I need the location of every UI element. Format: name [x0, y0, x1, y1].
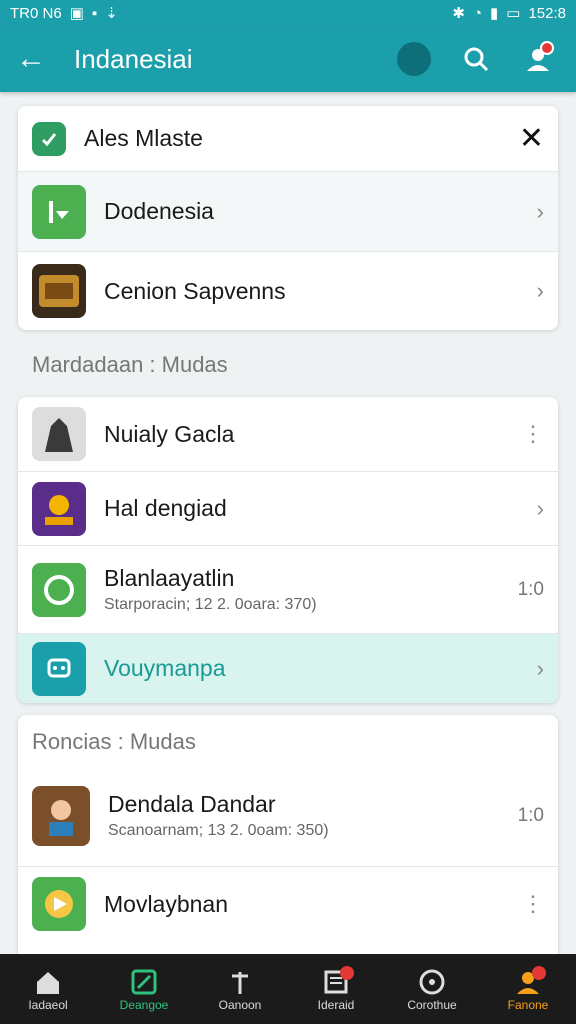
status-bar: TR0 N6 ▣ ▪ ⇣ ✱ ◔ ▮ ▭ 152:8: [0, 0, 576, 26]
tool-icon: [226, 966, 254, 998]
back-arrow-icon[interactable]: ←: [16, 42, 60, 76]
list-item-label: Blanlaayatlin: [104, 565, 235, 591]
more-icon[interactable]: ⋮: [522, 421, 544, 447]
close-icon[interactable]: ✕: [519, 121, 544, 156]
circle-icon: [418, 966, 446, 998]
notification-icon: ▪: [91, 4, 98, 22]
game-icon: [32, 264, 86, 318]
bluetooth-icon: ✱: [452, 5, 465, 22]
game-icon: [32, 481, 86, 536]
image-icon: ▣: [69, 5, 84, 22]
play-icon: [32, 877, 86, 931]
chat-icon: [32, 562, 86, 617]
section-title: Roncias : Mudas: [32, 729, 196, 754]
tab-label: Iadaeol: [28, 998, 68, 1012]
tab-profile[interactable]: Fanone: [480, 966, 576, 1012]
home-icon: [34, 966, 62, 998]
compass-icon: [397, 42, 431, 76]
tab-home[interactable]: Iadaeol: [0, 966, 96, 1012]
top-card-title: Ales Mlaste: [84, 125, 203, 151]
list-item[interactable]: Blanlaayatlin Starporacin; 12 2. 0oara: …: [18, 546, 558, 634]
profile-button[interactable]: [516, 37, 560, 81]
section-title-text: Mardadaan : Mudas: [32, 352, 228, 377]
list-item-label: Cenion Sapvenns: [104, 277, 286, 304]
list-item-label: Vouymanpa: [104, 655, 226, 681]
list-item-subtitle: Starporacin; 12 2. 0oara: 370): [104, 596, 317, 613]
tab-tools[interactable]: Oanoon: [192, 966, 288, 1012]
search-button[interactable]: [454, 37, 498, 81]
download-icon: ⇣: [105, 5, 118, 22]
wifi-icon: ◔: [472, 4, 482, 22]
list-item-meta: 1:0: [517, 578, 544, 600]
app-icon: [32, 184, 86, 239]
tab-news[interactable]: Ideraid: [288, 966, 384, 1012]
list-card: Nuialy Gacla ⋮ Hal dengiad › Blanlaayatl…: [18, 397, 558, 703]
carrier-text: TR0 N6: [10, 4, 62, 22]
list-item-label: Movlaybnan: [104, 890, 229, 917]
tab-active[interactable]: Deangoe: [96, 966, 192, 1012]
top-card-header: Ales Mlaste ✕: [18, 106, 558, 172]
list-item-label: Hal dengiad: [104, 495, 227, 521]
tab-label: Deangoe: [119, 998, 169, 1012]
robot-icon: [32, 641, 86, 696]
list-item-label: Dodenesia: [104, 198, 214, 224]
bottom-navigation: Iadaeol Deangoe Oanoon Ideraid Corothue …: [0, 954, 576, 1024]
list-item[interactable]: Movlaybnan ⋮: [18, 867, 558, 941]
chevron-right-icon: ›: [536, 655, 544, 681]
list-item-text: Blanlaayatlin Starporacin; 12 2. 0oara: …: [86, 565, 518, 614]
chevron-right-icon: ›: [536, 198, 544, 224]
notification-badge: [340, 966, 354, 980]
check-icon: [32, 121, 66, 156]
battery-icon: ▭: [506, 5, 521, 22]
chevron-right-icon: ›: [536, 278, 544, 303]
tab-label: Ideraid: [317, 998, 355, 1012]
notification-badge: [540, 41, 554, 55]
list-item-label: Nuialy Gacla: [104, 420, 235, 447]
section-title: Mardadaan : Mudas: [32, 352, 228, 378]
tab-label: Oanoon: [218, 998, 262, 1012]
signal-icon: ▮: [490, 5, 499, 22]
compass-button[interactable]: [392, 37, 436, 81]
notification-badge: [532, 966, 546, 980]
tab-label: Fanone: [507, 998, 549, 1012]
list-item-label: Dendala Dandar: [108, 791, 276, 817]
list-item-meta: 1:0: [517, 804, 544, 826]
chevron-right-icon: ›: [536, 495, 544, 521]
more-icon[interactable]: ⋮: [522, 891, 544, 917]
list-item[interactable]: Nuialy Gacla ⋮: [18, 397, 558, 472]
list-item-selected[interactable]: Vouymanpa ›: [18, 634, 558, 703]
square-check-icon: [130, 966, 158, 998]
list-item-text: Dendala Dandar Scanoarnam; 13 2. 0oam: 3…: [90, 791, 518, 840]
list-item[interactable]: Dendala Dandar Scanoarnam; 13 2. 0oam: 3…: [18, 765, 558, 867]
page-title: Indanesiai: [74, 43, 193, 74]
clock: 152:8: [528, 4, 566, 22]
tab-circle[interactable]: Corothue: [384, 966, 480, 1012]
avatar-icon: [32, 785, 90, 846]
app-bar: ← Indanesiai: [0, 26, 576, 92]
list-card-2: Roncias : Mudas Dendala Dandar Scanoarna…: [18, 715, 558, 975]
search-icon: [464, 47, 489, 72]
top-card: Ales Mlaste ✕ Dodenesia › Cenion Sapvenn…: [18, 106, 558, 330]
list-item-subtitle: Scanoarnam; 13 2. 0oam: 350): [108, 822, 329, 839]
list-item[interactable]: Dodenesia ›: [18, 172, 558, 252]
list-item[interactable]: Cenion Sapvenns ›: [18, 252, 558, 330]
list-item[interactable]: Hal dengiad ›: [18, 472, 558, 546]
character-icon: [32, 407, 86, 461]
tab-label: Corothue: [407, 998, 457, 1012]
